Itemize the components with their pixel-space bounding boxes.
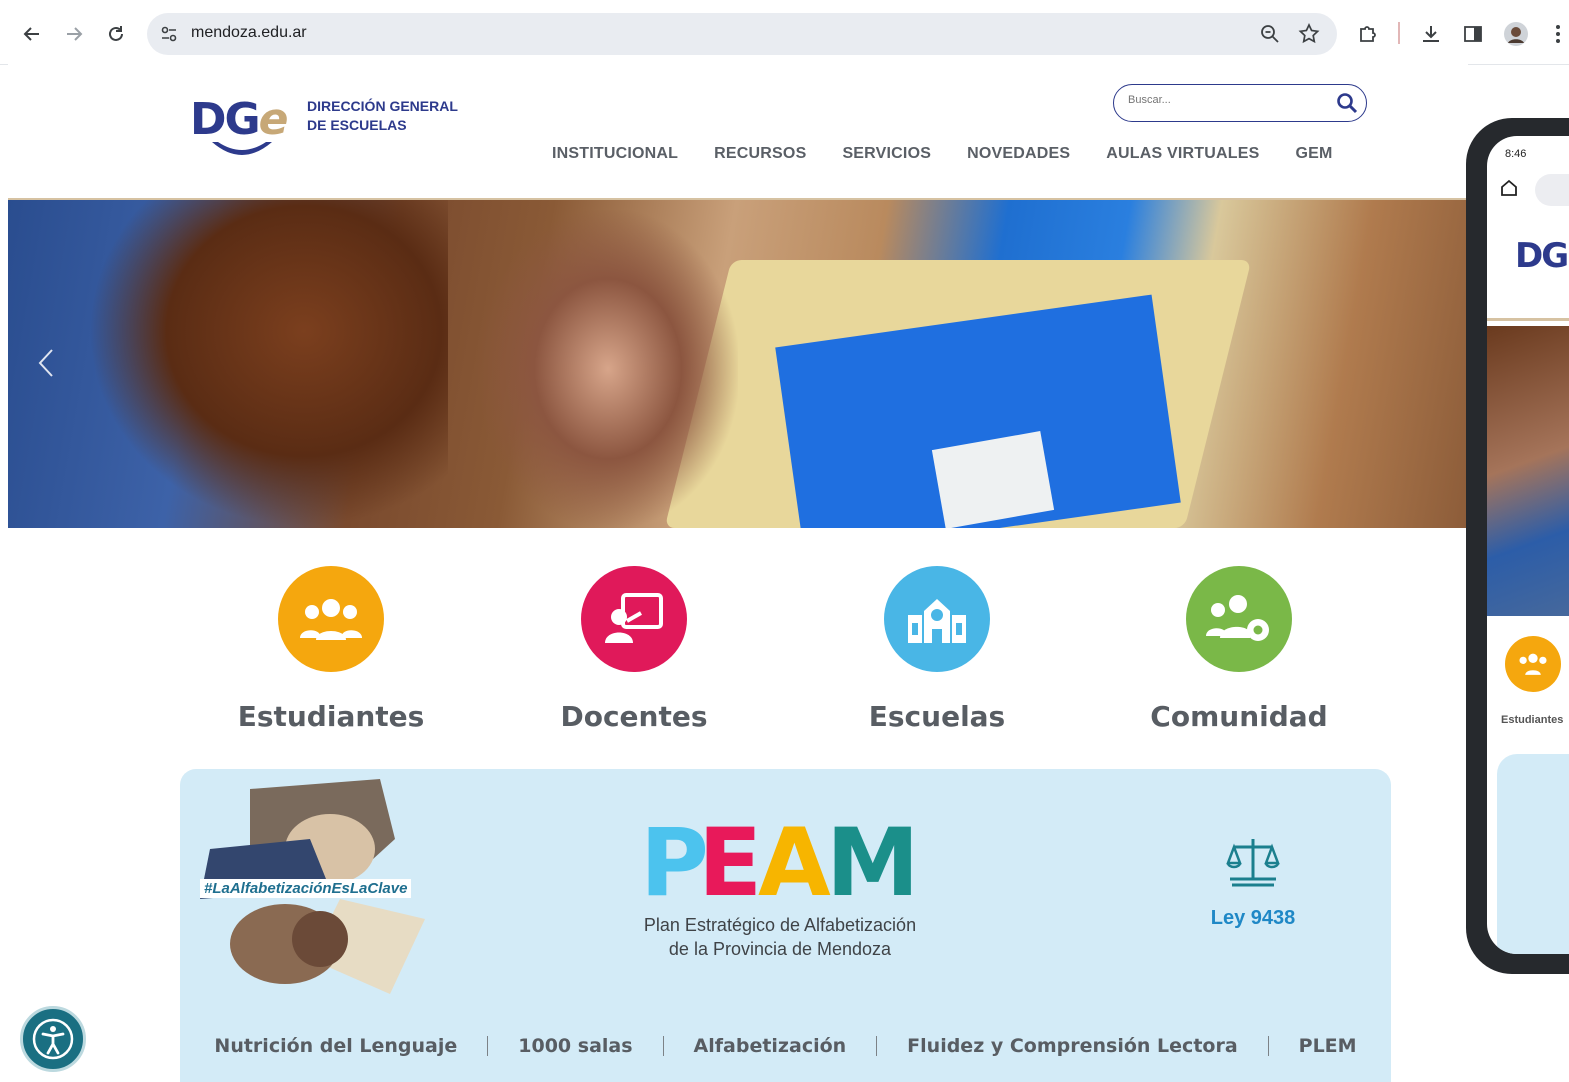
scales-icon[interactable] xyxy=(1226,835,1280,889)
search-icon[interactable] xyxy=(1336,92,1358,114)
banner-links: Nutrición del Lenguaje 1000 salas Alfabe… xyxy=(180,1035,1391,1057)
side-panel-icon[interactable] xyxy=(1456,17,1490,51)
nav-aulas-virtuales[interactable]: AULAS VIRTUALES xyxy=(1106,145,1259,163)
svg-text:A: A xyxy=(758,819,831,899)
bookmark-star-icon[interactable] xyxy=(1297,22,1321,46)
phone-users-icon xyxy=(1505,636,1561,692)
nav-recursos[interactable]: RECURSOS xyxy=(714,145,806,163)
category-estudiantes[interactable]: Estudiantes xyxy=(221,566,441,733)
svg-text:E: E xyxy=(698,819,762,899)
peam-logo[interactable]: P E A M xyxy=(640,819,920,899)
phone-logo: DG xyxy=(1515,236,1569,276)
phone-status-time: 8:46 xyxy=(1505,148,1527,160)
toolbar-divider xyxy=(1398,22,1400,44)
zoom-icon[interactable] xyxy=(1259,23,1281,45)
nav-servicios[interactable]: SERVICIOS xyxy=(842,145,931,163)
peam-banner[interactable]: #LaAlfabetizaciónEsLaClave P E A M Plan … xyxy=(180,769,1391,1082)
url-text[interactable]: mendoza.edu.ar xyxy=(191,24,307,42)
ley-link[interactable]: Ley 9438 xyxy=(1190,907,1316,930)
category-label[interactable]: Comunidad xyxy=(1129,700,1349,733)
link-nutricion-del-lenguaje[interactable]: Nutrición del Lenguaje xyxy=(214,1035,457,1057)
forward-icon[interactable] xyxy=(57,17,91,51)
download-icon[interactable] xyxy=(1414,17,1448,51)
accessibility-icon xyxy=(32,1018,74,1060)
nav-gem[interactable]: GEM xyxy=(1295,145,1332,163)
link-fluidez-comprension[interactable]: Fluidez y Comprensión Lectora xyxy=(907,1035,1237,1057)
link-divider xyxy=(662,1036,664,1056)
svg-text:M: M xyxy=(826,819,920,899)
carousel-prev-icon[interactable] xyxy=(36,348,56,378)
hashtag-label: #LaAlfabetizaciónEsLaClave xyxy=(200,879,412,898)
site-settings-icon[interactable] xyxy=(159,24,179,44)
phone-mockup: 8:46 DG Estudiantes xyxy=(1466,118,1569,974)
phone-header-line xyxy=(1487,318,1569,321)
hero-carousel[interactable] xyxy=(8,200,1468,528)
main-nav: INSTITUCIONAL RECURSOS SERVICIOS NOVEDAD… xyxy=(552,145,1369,163)
accessibility-button[interactable] xyxy=(20,1006,86,1072)
category-comunidad[interactable]: Comunidad xyxy=(1129,566,1349,733)
phone-address-bar xyxy=(1535,174,1569,206)
phone-category-label: Estudiantes xyxy=(1501,714,1564,726)
nav-novedades[interactable]: NOVEDADES xyxy=(967,145,1070,163)
search-input[interactable] xyxy=(1126,93,1330,107)
logo-text: DIRECCIÓN GENERAL DE ESCUELAS xyxy=(307,97,458,135)
hero-photo-child xyxy=(478,210,738,528)
back-icon[interactable] xyxy=(15,17,49,51)
reload-icon[interactable] xyxy=(99,17,133,51)
category-escuelas[interactable]: Escuelas xyxy=(827,566,1047,733)
profile-avatar[interactable] xyxy=(1499,17,1533,51)
phone-screen: 8:46 DG Estudiantes xyxy=(1487,136,1569,954)
home-icon xyxy=(1499,178,1519,198)
nav-institucional[interactable]: INSTITUCIONAL xyxy=(552,145,678,163)
link-divider xyxy=(876,1036,878,1056)
link-divider xyxy=(1267,1036,1269,1056)
school-building-icon[interactable] xyxy=(884,566,990,672)
menu-dots-icon[interactable] xyxy=(1541,17,1569,51)
teacher-board-icon[interactable] xyxy=(581,566,687,672)
logo-line-2: DE ESCUELAS xyxy=(307,117,407,133)
search-box[interactable] xyxy=(1113,84,1367,122)
category-docentes[interactable]: Docentes xyxy=(524,566,744,733)
category-label[interactable]: Estudiantes xyxy=(221,700,441,733)
category-label[interactable]: Escuelas xyxy=(827,700,1047,733)
peam-subtitle-line-1: Plan Estratégico de Alfabetización xyxy=(643,915,917,935)
link-alfabetizacion[interactable]: Alfabetización xyxy=(694,1035,847,1057)
link-1000-salas[interactable]: 1000 salas xyxy=(518,1035,632,1057)
logo-smile-icon xyxy=(212,142,272,155)
peam-subtitle: Plan Estratégico de Alfabetización de la… xyxy=(580,913,980,961)
site-header: DGe DIRECCIÓN GENERAL DE ESCUELAS INSTIT… xyxy=(8,64,1468,201)
users-icon[interactable] xyxy=(278,566,384,672)
phone-hero xyxy=(1487,326,1569,616)
address-bar[interactable]: mendoza.edu.ar xyxy=(147,13,1337,55)
category-label[interactable]: Docentes xyxy=(524,700,744,733)
browser-toolbar: mendoza.edu.ar xyxy=(0,0,1569,65)
hero-photo-teacher xyxy=(88,200,448,528)
phone-banner-card xyxy=(1497,754,1569,954)
link-divider xyxy=(487,1036,489,1056)
link-plem[interactable]: PLEM xyxy=(1299,1035,1357,1057)
peam-subtitle-line-2: de la Provincia de Mendoza xyxy=(668,939,892,959)
community-gear-icon[interactable] xyxy=(1186,566,1292,672)
extensions-icon[interactable] xyxy=(1351,17,1385,51)
logo-line-1: DIRECCIÓN GENERAL xyxy=(307,98,458,114)
dge-logo[interactable]: DGe xyxy=(190,94,288,155)
